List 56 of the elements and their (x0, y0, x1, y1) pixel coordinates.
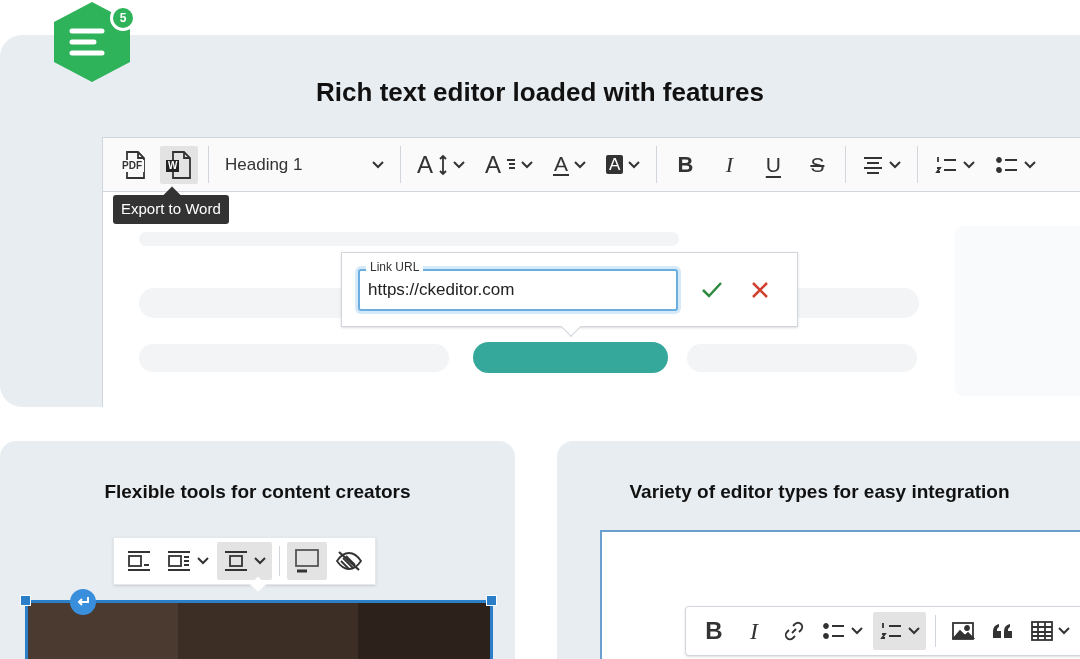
wrap-image-icon (166, 550, 192, 572)
inline-image-icon (126, 550, 152, 572)
caret-icon (908, 627, 920, 635)
enter-icon (76, 596, 90, 608)
export-pdf-button[interactable]: PDF (114, 145, 152, 184)
monitor-icon (293, 548, 321, 574)
card-title: Flexible tools for content creators (103, 480, 412, 504)
close-icon (750, 280, 770, 300)
bulleted-list-icon (822, 621, 846, 641)
font-size-button[interactable]: A (411, 145, 471, 184)
caret-icon (521, 160, 534, 169)
center-image-button[interactable] (217, 542, 272, 580)
align-center-icon (862, 154, 885, 175)
numbered-list-button[interactable] (873, 612, 926, 650)
numbered-list-icon (879, 621, 903, 641)
caret-icon (574, 160, 587, 169)
caret-icon (372, 160, 384, 169)
caret-icon (628, 160, 641, 169)
caret-icon (254, 557, 266, 565)
image-style-button[interactable] (287, 542, 327, 580)
bold-button[interactable]: B (667, 145, 704, 184)
text-height-icon (438, 153, 448, 176)
center-image-icon (223, 550, 249, 572)
lines-icon (506, 157, 517, 172)
bold-button[interactable]: B (696, 612, 732, 650)
export-word-button[interactable]: W (160, 145, 198, 184)
highlight-button[interactable]: A (600, 145, 647, 184)
hidden-icon (335, 550, 363, 572)
table-icon (1031, 621, 1053, 641)
caret-icon (1058, 627, 1070, 635)
resize-handle[interactable] (20, 595, 31, 606)
caret-icon (851, 627, 863, 635)
italic-button[interactable]: I (736, 612, 772, 650)
font-family-button[interactable]: A (479, 145, 540, 184)
resize-handle[interactable] (486, 595, 497, 606)
enter-button[interactable] (70, 589, 96, 615)
link-icon (783, 620, 805, 642)
card-title: Variety of editor types for easy integration (628, 480, 1011, 504)
caret-icon (889, 160, 902, 169)
font-color-button[interactable]: A (547, 145, 593, 184)
image-icon (951, 621, 975, 641)
italic-button[interactable]: I (711, 145, 748, 184)
underline-button[interactable]: U (755, 145, 792, 184)
caret-icon (1024, 160, 1037, 169)
hero-title: Rich text editor loaded with features (315, 76, 765, 109)
heading-dropdown[interactable]: Heading 1 (219, 145, 390, 184)
caret-icon (453, 160, 465, 169)
caret-icon (963, 160, 976, 169)
caret-icon (197, 557, 209, 565)
field-label: Link URL (366, 260, 424, 274)
notification-badge: 5 (110, 5, 136, 31)
strikethrough-button[interactable]: S (799, 145, 836, 184)
bulleted-list-icon (995, 154, 1020, 175)
tooltip: Export to Word (113, 195, 229, 224)
quote-icon (991, 622, 1015, 640)
numbered-list-icon (934, 154, 959, 175)
